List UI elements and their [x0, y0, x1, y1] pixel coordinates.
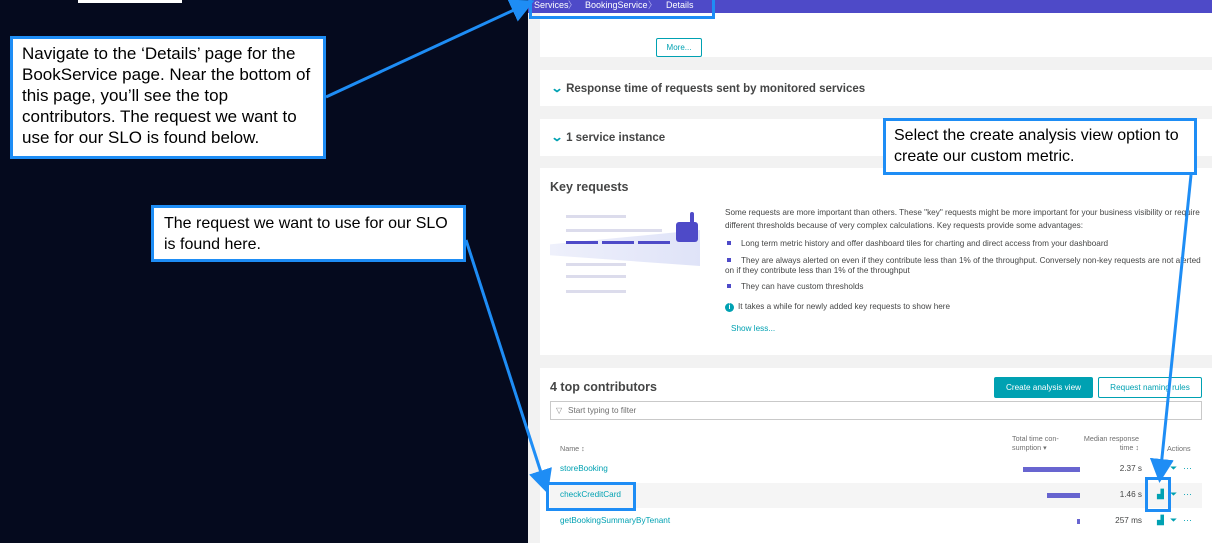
column-header-total-time-line1: Total time con-: [1012, 434, 1059, 443]
key-requests-bullet-text: Long term metric history and offer dashb…: [741, 239, 1109, 248]
median-response-time: 2.37 s: [1119, 464, 1142, 473]
key-requests-title: Key requests: [550, 180, 629, 194]
panel-more: More...: [540, 13, 1212, 57]
top-white-bar: [78, 0, 182, 3]
key-requests-intro: Some requests are more important than ot…: [725, 208, 1200, 230]
section-response-time[interactable]: ⌄ Response time of requests sent by monit…: [540, 70, 1212, 106]
request-naming-rules-button[interactable]: Request naming rules: [1098, 377, 1202, 398]
illustration-line: [566, 290, 626, 293]
table-row[interactable]: getBookingSummaryByTenant 257 ms ▟ ⏷ ···: [550, 509, 1202, 534]
create-analysis-view-button[interactable]: Create analysis view: [994, 377, 1093, 398]
key-requests-bullet-text: They are always alerted on even if they …: [725, 256, 1201, 275]
highlight-breadcrumb: [529, 0, 715, 19]
section-response-time-title: ⌄ Response time of requests sent by monit…: [550, 81, 866, 95]
column-header-name[interactable]: Name ↕: [560, 444, 585, 453]
callout-request: The request we want to use for our SLO i…: [151, 205, 466, 262]
info-icon: i: [725, 303, 734, 312]
top-contributors-title: 4 top contributors: [550, 380, 657, 394]
highlight-analysis-icon: [1145, 477, 1171, 512]
more-icon[interactable]: ···: [1183, 489, 1192, 499]
illustration-highlight: [638, 241, 670, 244]
more-icon[interactable]: ···: [1183, 515, 1192, 525]
key-requests-info-text: It takes a while for newly added key req…: [738, 302, 951, 311]
section-service-instance-label: 1 service instance: [566, 132, 666, 144]
callout-analysis: Select the create analysis view option t…: [883, 118, 1197, 175]
median-response-time: 257 ms: [1115, 516, 1142, 525]
bullet-square: [727, 241, 731, 245]
column-header-median[interactable]: Median response time ↕: [1081, 434, 1139, 452]
key-requests-bullet: Long term metric history and offer dashb…: [725, 239, 1209, 249]
column-header-actions: Actions: [1167, 444, 1191, 453]
funnel-icon[interactable]: ⏷: [1170, 515, 1177, 526]
illustration-highlight: [602, 241, 634, 244]
callout-analysis-text: Select the create analysis view option t…: [894, 127, 1179, 165]
filter-placeholder: Start typing to filter: [568, 406, 637, 415]
column-header-total-time-line2: sumption ▾: [1012, 443, 1047, 452]
total-time-bar: [1047, 493, 1080, 498]
thumb-pointer-finger: [690, 212, 694, 224]
request-name-link[interactable]: getBookingSummaryByTenant: [560, 516, 670, 525]
column-header-median-line1: Median response: [1083, 434, 1139, 443]
column-header-median-line2: time ↕: [1119, 443, 1139, 452]
request-name-link[interactable]: storeBooking: [560, 464, 608, 473]
highlight-checkcreditcard: [546, 482, 636, 511]
section-service-instance-title: ⌄ 1 service instance: [550, 130, 666, 144]
funnel-icon[interactable]: ⏷: [1170, 489, 1177, 500]
more-icon[interactable]: ···: [1183, 463, 1192, 473]
funnel-icon[interactable]: ⏷: [1170, 463, 1177, 474]
callout-request-text: The request we want to use for our SLO i…: [164, 215, 448, 253]
key-requests-panel: Key requests Some requests are more impo…: [540, 168, 1212, 355]
table-row[interactable]: storeBooking 2.37 s ▟ ⏷ ···: [550, 457, 1202, 482]
key-requests-bullet: They are always alerted on even if they …: [725, 256, 1209, 276]
app-window: Services 〉 BookingService 〉 Details More…: [528, 0, 1212, 543]
total-time-bar: [1023, 467, 1080, 472]
illustration-line: [566, 229, 662, 232]
callout-navigate: Navigate to the ‘Details’ page for the B…: [10, 36, 326, 159]
key-requests-info: i It takes a while for newly added key re…: [725, 302, 950, 312]
key-requests-bullet-text: They can have custom thresholds: [741, 282, 864, 291]
column-header-total-time[interactable]: Total time con- sumption ▾: [1012, 434, 1059, 452]
chart-icon[interactable]: ▟: [1157, 515, 1164, 526]
chart-icon[interactable]: ▟: [1157, 463, 1164, 474]
filter-input[interactable]: ▽ Start typing to filter: [550, 401, 1202, 420]
more-button[interactable]: More...: [656, 38, 702, 57]
bullet-square: [727, 258, 731, 262]
key-requests-bullet: They can have custom thresholds: [725, 282, 1209, 292]
callout-navigate-text: Navigate to the ‘Details’ page for the B…: [22, 44, 311, 147]
section-response-time-label: Response time of requests sent by monito…: [566, 83, 866, 95]
table-row[interactable]: checkCreditCard 1.46 s ▟ ⏷ ···: [550, 483, 1202, 508]
chevron-down-icon: ⌄: [550, 130, 564, 144]
total-time-bar: [1077, 519, 1080, 524]
show-less-link[interactable]: Show less...: [731, 324, 775, 333]
top-contributors-panel: 4 top contributors Create analysis view …: [540, 368, 1212, 543]
filter-icon: ▽: [556, 406, 563, 415]
chevron-down-icon: ⌄: [550, 81, 564, 95]
median-response-time: 1.46 s: [1119, 490, 1142, 499]
illustration-line: [566, 263, 626, 266]
bullet-square: [727, 284, 731, 288]
illustration-line: [566, 215, 626, 218]
thumb-pointer-icon: [676, 222, 698, 242]
illustration-line: [566, 275, 626, 278]
illustration-highlight: [566, 241, 598, 244]
